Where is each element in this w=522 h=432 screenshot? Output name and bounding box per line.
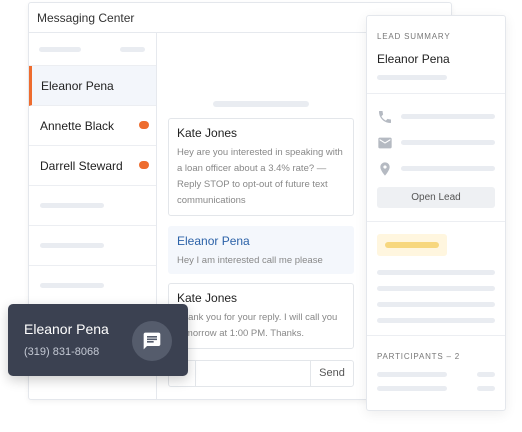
contact-name: Annette Black <box>40 119 115 133</box>
contact-item-annette-black[interactable]: Annette Black <box>29 106 156 146</box>
placeholder-bar <box>385 242 439 248</box>
placeholder-bar <box>377 75 447 80</box>
contact-item-placeholder[interactable] <box>29 186 156 226</box>
message-text: Hey I am interested call me please <box>177 255 323 266</box>
phone-icon <box>379 111 391 123</box>
incoming-contact-popup[interactable]: Eleanor Pena (319) 831-8068 <box>8 304 188 376</box>
message-sender: Kate Jones <box>177 291 238 305</box>
placeholder-bar <box>477 386 495 391</box>
send-button[interactable]: Send <box>310 361 353 386</box>
placeholder-bar <box>377 270 495 275</box>
placeholder-bar <box>377 386 447 391</box>
placeholder-bar <box>401 140 495 145</box>
message-sender: Eleanor Pena <box>177 234 250 248</box>
message-bubble: Kate Jones Hey are you interested in spe… <box>168 118 354 216</box>
message-bubble: Eleanor Pena Hey I am interested call me… <box>168 226 354 274</box>
placeholder-bar <box>120 47 145 52</box>
unread-indicator <box>139 161 149 169</box>
placeholder-bar <box>40 243 104 248</box>
placeholder-bar <box>377 372 447 377</box>
contact-name: Eleanor Pena <box>41 79 114 93</box>
unread-indicator <box>139 121 149 129</box>
placeholder-bar <box>40 203 104 208</box>
popup-contact-name: Eleanor Pena <box>24 321 109 337</box>
message-bubble: Kate Jones Thank you for your reply. I w… <box>168 283 354 349</box>
lead-summary-panel: LEAD SUMMARY Eleanor Pena Open Lead PART… <box>366 15 506 411</box>
contact-name: Darrell Steward <box>40 159 123 173</box>
divider <box>367 93 505 94</box>
placeholder-bar <box>377 302 495 307</box>
message-sender: Kate Jones <box>177 126 238 140</box>
placeholder-bar <box>401 166 495 171</box>
message-composer: Send <box>168 360 354 387</box>
placeholder-bar <box>377 286 495 291</box>
contact-list-header <box>29 33 156 66</box>
placeholder-bar <box>40 283 104 288</box>
placeholder-bar <box>213 101 309 107</box>
popup-contact-phone: (319) 831-8068 <box>24 346 100 358</box>
placeholder-bar <box>477 372 495 377</box>
email-icon <box>378 137 392 149</box>
contact-item-placeholder[interactable] <box>29 226 156 266</box>
location-pin-icon <box>380 162 390 176</box>
divider <box>367 335 505 336</box>
chat-button[interactable] <box>132 321 172 361</box>
lead-summary-label: LEAD SUMMARY <box>377 32 451 41</box>
message-text: Thank you for your reply. I will call yo… <box>177 312 338 339</box>
message-input[interactable] <box>196 361 311 386</box>
divider <box>367 221 505 222</box>
chat-icon <box>143 332 161 350</box>
participants-label: PARTICIPANTS – 2 <box>377 352 461 361</box>
message-text: Hey are you interested in speaking with … <box>177 147 343 206</box>
placeholder-bar <box>39 47 81 52</box>
contact-item-darrell-steward[interactable]: Darrell Steward <box>29 146 156 186</box>
contact-item-eleanor-pena[interactable]: Eleanor Pena <box>29 66 156 106</box>
status-badge <box>377 234 447 256</box>
placeholder-bar <box>401 114 495 119</box>
lead-name: Eleanor Pena <box>377 52 450 66</box>
open-lead-button[interactable]: Open Lead <box>377 187 495 208</box>
contact-item-placeholder[interactable] <box>29 266 156 306</box>
placeholder-bar <box>377 318 495 323</box>
